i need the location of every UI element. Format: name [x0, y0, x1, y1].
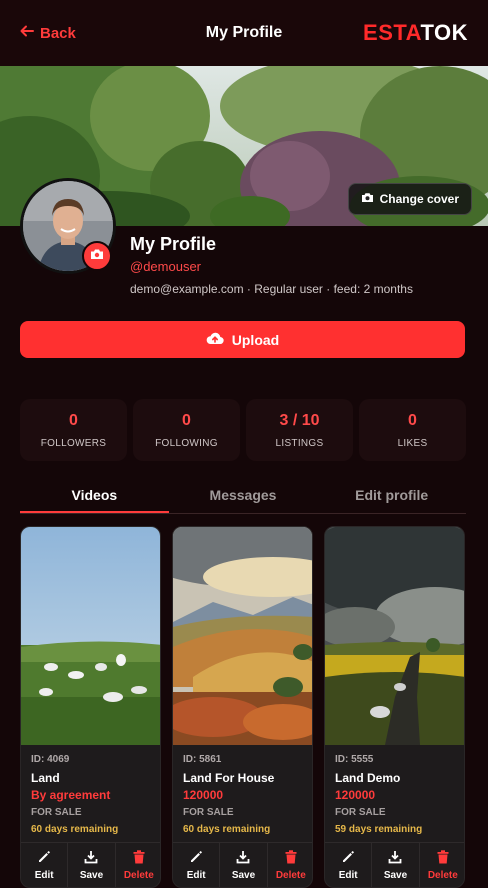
listing-remaining: 60 days remaining	[31, 824, 119, 835]
camera-icon	[361, 192, 374, 206]
pencil-icon	[37, 850, 51, 867]
listing-thumbnail[interactable]	[173, 527, 312, 745]
tab-edit-profile[interactable]: Edit profile	[317, 478, 466, 513]
trash-icon	[285, 849, 297, 867]
listing-status: FOR SALE	[183, 807, 234, 818]
download-icon	[236, 850, 250, 867]
stat-label: FOLLOWING	[155, 437, 218, 449]
edit-label: Edit	[34, 869, 54, 881]
profile-tabs: Videos Messages Edit profile	[20, 478, 466, 514]
listing-status: FOR SALE	[31, 807, 82, 818]
tab-messages[interactable]: Messages	[169, 478, 318, 513]
delete-button[interactable]: Delete	[420, 843, 464, 887]
listing-price: By agreement	[31, 788, 111, 802]
change-cover-button[interactable]: Change cover	[347, 183, 472, 215]
stat-label: LIKES	[397, 437, 428, 449]
delete-label: Delete	[123, 869, 154, 881]
top-bar: Back My Profile ESTATOK	[0, 0, 488, 66]
listing-card[interactable]: ID: 5861 Land For House 120000 FOR SALE …	[172, 526, 313, 888]
listing-thumbnail[interactable]	[325, 527, 464, 745]
stat-value: 3 / 10	[279, 411, 320, 429]
delete-button[interactable]: Delete	[116, 843, 160, 887]
listing-price: 120000	[183, 788, 224, 802]
stat-value: 0	[408, 411, 417, 429]
cloud-upload-icon	[206, 331, 224, 348]
listing-actions: Edit Save Delete	[173, 842, 312, 887]
edit-label: Edit	[338, 869, 358, 881]
listing-card[interactable]: ID: 5555 Land Demo 120000 FOR SALE 59 da…	[324, 526, 465, 888]
camera-icon	[90, 247, 104, 265]
stat-label: LISTINGS	[275, 437, 324, 449]
pencil-icon	[189, 850, 203, 867]
brand-part-1: ESTA	[363, 20, 421, 45]
save-button[interactable]: Save	[68, 843, 116, 887]
stat-value: 0	[69, 411, 78, 429]
listing-title: Land Demo	[335, 771, 401, 785]
trash-icon	[133, 849, 145, 867]
download-icon	[388, 850, 402, 867]
stats-row: 0 FOLLOWERS 0 FOLLOWING 3 / 10 LISTINGS …	[20, 399, 466, 461]
listing-price: 120000	[335, 788, 376, 802]
change-avatar-button[interactable]	[82, 241, 112, 271]
listing-id: ID: 4069	[31, 754, 70, 765]
trash-icon	[437, 849, 449, 867]
edit-button[interactable]: Edit	[173, 843, 221, 887]
save-button[interactable]: Save	[220, 843, 268, 887]
profile-name: My Profile	[130, 234, 217, 254]
listing-id: ID: 5861	[183, 754, 222, 765]
delete-label: Delete	[275, 869, 306, 881]
listing-actions: Edit Save Delete	[325, 842, 464, 887]
brand-logo: ESTATOK	[363, 20, 468, 46]
change-cover-label: Change cover	[379, 192, 459, 206]
edit-label: Edit	[186, 869, 206, 881]
listing-card[interactable]: ID: 4069 Land By agreement FOR SALE 60 d…	[20, 526, 161, 888]
back-label: Back	[40, 24, 76, 42]
save-button[interactable]: Save	[372, 843, 420, 887]
brand-part-2: TOK	[420, 20, 468, 45]
listing-status: FOR SALE	[335, 807, 386, 818]
upload-label: Upload	[231, 331, 280, 348]
profile-handle: @demouser	[130, 259, 202, 274]
stat-followers[interactable]: 0 FOLLOWERS	[20, 399, 127, 461]
stat-value: 0	[182, 411, 191, 429]
listing-remaining: 59 days remaining	[335, 824, 423, 835]
listing-id: ID: 5555	[335, 754, 374, 765]
listings-grid: ID: 4069 Land By agreement FOR SALE 60 d…	[20, 526, 466, 888]
save-label: Save	[79, 869, 104, 881]
listing-actions: Edit Save Delete	[21, 842, 160, 887]
delete-button[interactable]: Delete	[268, 843, 312, 887]
save-label: Save	[231, 869, 256, 881]
stat-following[interactable]: 0 FOLLOWING	[133, 399, 240, 461]
tab-videos[interactable]: Videos	[20, 478, 169, 513]
listing-thumbnail[interactable]	[21, 527, 160, 745]
edit-button[interactable]: Edit	[21, 843, 69, 887]
pencil-icon	[341, 850, 355, 867]
save-label: Save	[383, 869, 408, 881]
back-button[interactable]: Back	[20, 24, 76, 42]
arrow-left-icon	[20, 24, 34, 42]
download-icon	[84, 850, 98, 867]
edit-button[interactable]: Edit	[325, 843, 373, 887]
stat-listings[interactable]: 3 / 10 LISTINGS	[246, 399, 353, 461]
stat-likes[interactable]: 0 LIKES	[359, 399, 466, 461]
delete-label: Delete	[427, 869, 458, 881]
profile-meta: demo@example.com · Regular user · feed: …	[130, 282, 413, 296]
stat-label: FOLLOWERS	[40, 437, 107, 449]
listing-remaining: 60 days remaining	[183, 824, 271, 835]
listing-title: Land	[31, 771, 60, 785]
upload-button[interactable]: Upload	[20, 321, 465, 358]
listing-title: Land For House	[183, 771, 275, 785]
